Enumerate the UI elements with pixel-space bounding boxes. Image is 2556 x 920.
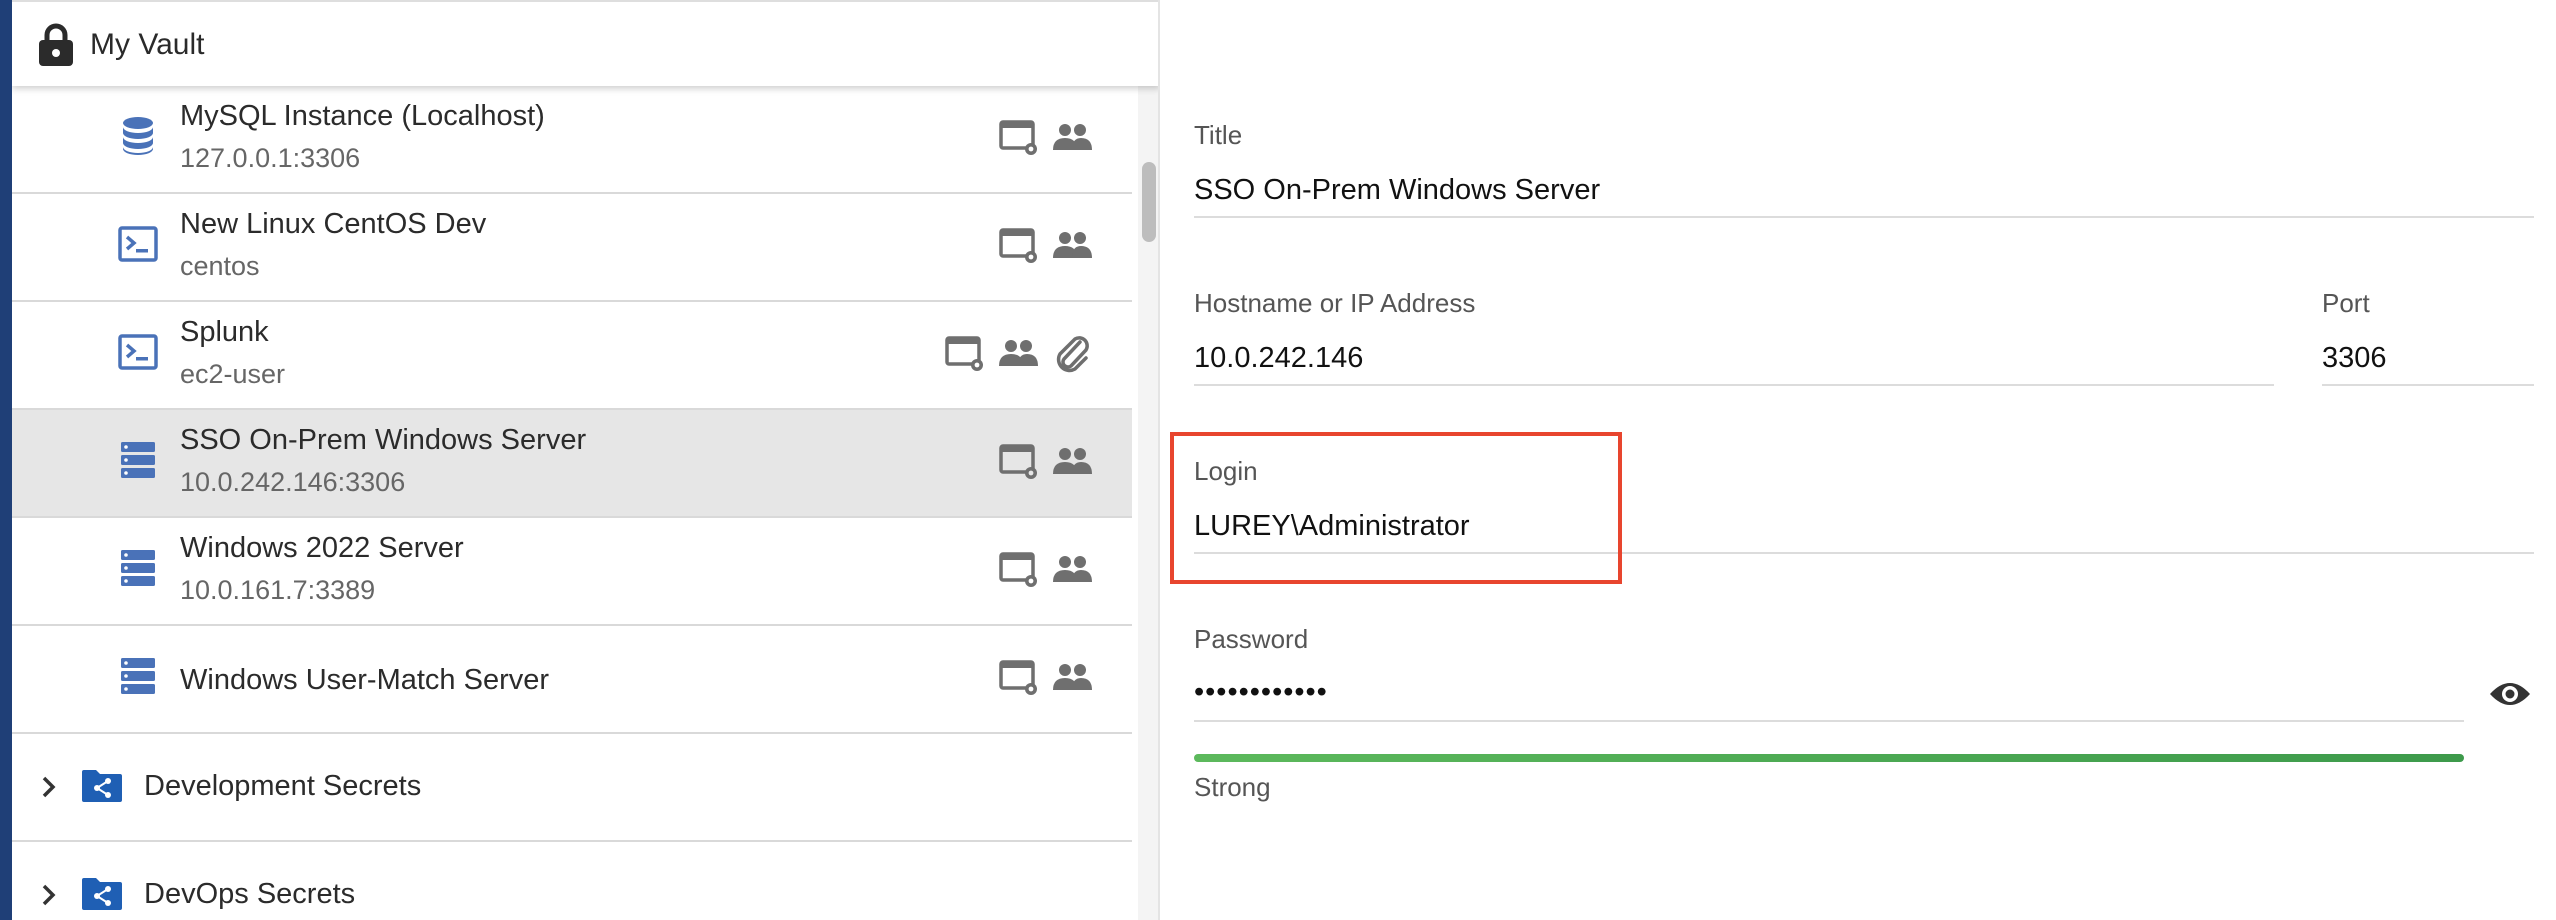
hostname-underline [1194,384,2274,386]
lock-icon [39,23,73,66]
record-row[interactable]: MySQL Instance (Localhost) 127.0.0.1:330… [12,86,1132,194]
password-underline [1194,720,2464,722]
window-settings-icon[interactable] [998,656,1042,700]
shared-folder-icon [82,878,122,910]
folder-name: DevOps Secrets [144,878,356,910]
shared-users-icon[interactable] [1050,440,1094,484]
vault-header[interactable]: My Vault [12,0,1158,86]
title-field[interactable]: SSO On-Prem Windows Server [1194,174,1600,207]
vault-title: My Vault [90,28,205,61]
shared-users-icon[interactable] [1050,224,1094,268]
record-name: Windows User-Match Server [180,664,550,696]
window-settings-icon[interactable] [998,440,1042,484]
window-settings-icon[interactable] [998,116,1042,160]
shared-users-icon[interactable] [1050,548,1094,592]
scrollbar-thumb[interactable] [1142,162,1156,242]
hostname-field[interactable]: 10.0.242.146 [1194,342,1363,375]
record-row-selected[interactable]: SSO On-Prem Windows Server 10.0.242.146:… [12,410,1132,518]
terminal-icon [118,226,158,262]
password-label: Password [1194,624,1309,654]
hostname-label: Hostname or IP Address [1194,288,1476,318]
title-underline [1194,216,2534,218]
title-label: Title [1194,120,1243,150]
record-name: SSO On-Prem Windows Server [180,424,587,456]
terminal-icon [118,334,158,370]
record-subtitle: 127.0.0.1:3306 [180,143,361,173]
shared-users-icon[interactable] [996,332,1040,376]
port-label: Port [2322,288,2370,318]
attachment-icon[interactable] [1050,332,1094,376]
record-subtitle: ec2-user [180,359,286,389]
record-row[interactable]: Windows 2022 Server 10.0.161.7:3389 [12,518,1132,626]
shared-users-icon[interactable] [1050,116,1094,160]
record-list: MySQL Instance (Localhost) 127.0.0.1:330… [12,86,1132,920]
folder-row[interactable]: Development Secrets [12,734,1132,842]
folder-row[interactable]: DevOps Secrets [12,842,1132,920]
record-row[interactable]: Splunk ec2-user [12,302,1132,410]
password-strength-text: Strong [1194,772,1271,802]
record-subtitle: centos [180,251,260,281]
password-strength-bar [1194,754,2464,762]
record-name: New Linux CentOS Dev [180,208,487,240]
record-name: Windows 2022 Server [180,532,464,564]
record-row[interactable]: Windows User-Match Server [12,626,1132,734]
port-underline [2322,384,2534,386]
vault-list-panel: My Vault MySQL Instance (Localhost) 127.… [12,0,1160,920]
record-name: MySQL Instance (Localhost) [180,100,545,132]
port-field[interactable]: 3306 [2322,342,2387,375]
server-icon [121,442,155,478]
chevron-right-icon[interactable] [38,772,60,802]
chevron-right-icon[interactable] [38,880,60,910]
window-settings-icon[interactable] [998,548,1042,592]
window-settings-icon[interactable] [998,224,1042,268]
login-highlight-box [1170,432,1622,584]
password-field[interactable]: •••••••••••• [1194,676,1328,709]
shared-users-icon[interactable] [1050,656,1094,700]
app-edge-strip [0,0,12,920]
folder-name: Development Secrets [144,770,422,802]
record-subtitle: 10.0.242.146:3306 [180,467,406,497]
record-row[interactable]: New Linux CentOS Dev centos [12,194,1132,302]
record-name: Splunk [180,316,269,348]
record-subtitle: 10.0.161.7:3389 [180,575,376,605]
database-icon [123,117,153,155]
server-icon [121,550,155,586]
shared-folder-icon [82,770,122,802]
server-icon [121,658,155,694]
show-password-eye-icon[interactable] [2488,676,2532,712]
window-settings-icon[interactable] [944,332,988,376]
